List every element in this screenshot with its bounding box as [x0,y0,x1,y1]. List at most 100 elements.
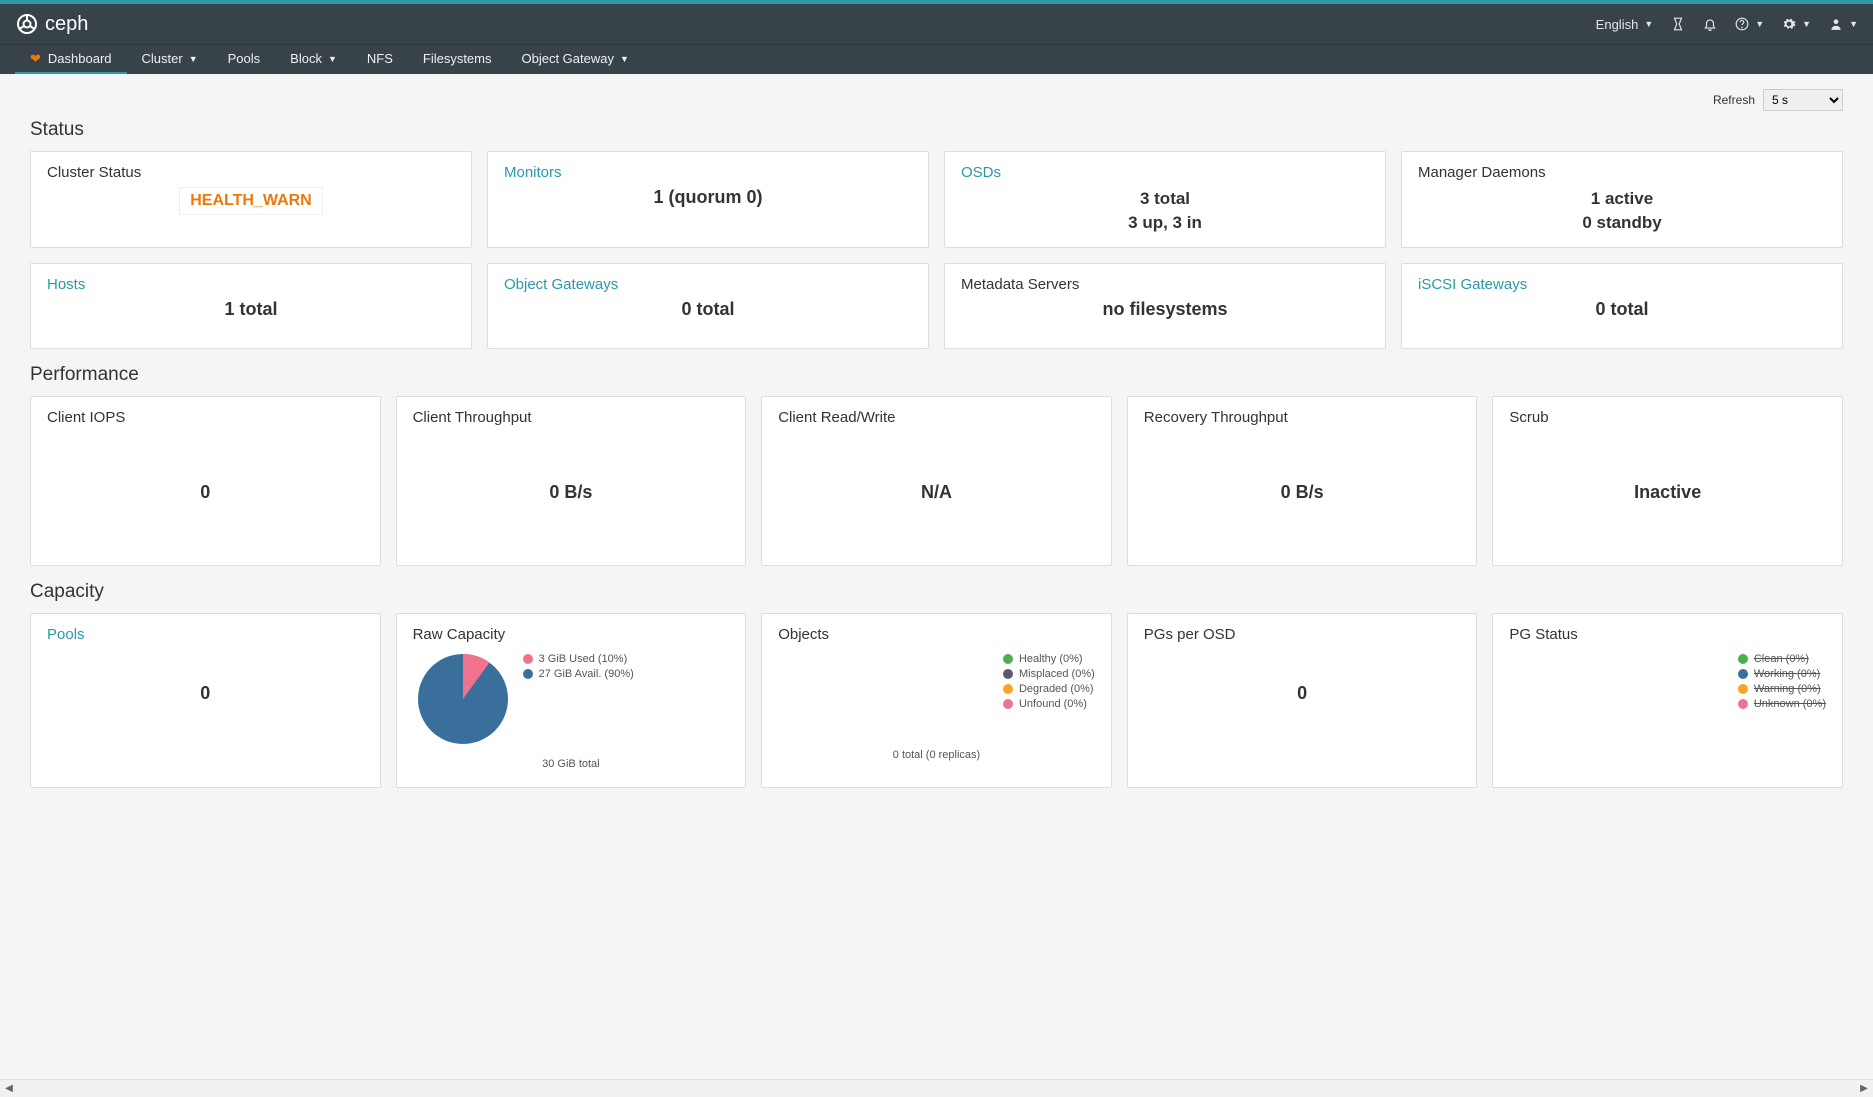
capacity-heading: Capacity [30,581,1843,603]
legend-item[interactable]: 3 GiB Used (10%) [523,653,634,665]
legend-item[interactable]: Degraded (0%) [1003,683,1095,695]
raw-capacity-legend: 3 GiB Used (10%) 27 GiB Avail. (90%) [523,653,634,683]
legend-dot [1738,684,1748,694]
user-menu[interactable]: ▼ [1829,17,1858,31]
chevron-down-icon: ▼ [189,54,198,64]
page-content: Refresh 5 s Status Cluster Status HEALTH… [0,74,1873,833]
notifications-icon[interactable] [1703,17,1717,31]
brand-logo[interactable]: ceph [15,12,88,36]
topbar-right: English▼ ▼ ▼ ▼ [1596,17,1858,32]
chevron-down-icon: ▼ [328,54,337,64]
card-value: 0 total [504,299,912,320]
card-value: 1 total [47,299,455,320]
card-title-link[interactable]: Pools [47,626,364,643]
nav-pools[interactable]: Pools [213,45,276,74]
card-value: Inactive [1509,432,1826,553]
card-iscsi-gateways: iSCSI Gateways 0 total [1401,263,1843,349]
legend-item[interactable]: 27 GiB Avail. (90%) [523,668,634,680]
card-cluster-status: Cluster Status HEALTH_WARN [30,151,472,248]
card-title: Scrub [1509,409,1826,426]
chevron-down-icon: ▼ [1802,19,1811,29]
card-monitors: Monitors 1 (quorum 0) [487,151,929,248]
card-value: no filesystems [961,299,1369,320]
refresh-select[interactable]: 5 s [1763,89,1843,111]
nav-block[interactable]: Block▼ [275,45,352,74]
language-switcher[interactable]: English▼ [1596,17,1654,32]
card-objects: Objects Healthy (0%) Misplaced (0%) Degr… [761,613,1112,788]
card-title-link[interactable]: iSCSI Gateways [1418,276,1826,293]
health-status-badge[interactable]: HEALTH_WARN [179,187,322,215]
legend-item[interactable]: Unfound (0%) [1003,698,1095,710]
legend-item[interactable]: Working (0%) [1738,668,1826,680]
card-metadata-servers: Metadata Servers no filesystems [944,263,1386,349]
card-title-link[interactable]: Monitors [504,164,912,181]
card-title-link[interactable]: Hosts [47,276,455,293]
card-value: 1 active0 standby [1418,187,1826,235]
card-object-gateways: Object Gateways 0 total [487,263,929,349]
raw-capacity-total: 30 GiB total [413,758,730,770]
card-pools: Pools 0 [30,613,381,788]
card-pgs-per-osd: PGs per OSD 0 [1127,613,1478,788]
refresh-label: Refresh [1713,93,1755,107]
legend-dot [1003,684,1013,694]
card-title: Client Read/Write [778,409,1095,426]
card-client-iops: Client IOPS 0 [30,396,381,566]
status-heading: Status [30,119,1843,141]
card-value: 3 total3 up, 3 in [961,187,1369,235]
card-value: 0 B/s [1144,432,1461,553]
card-value: 0 [1144,683,1461,704]
card-osds: OSDs 3 total3 up, 3 in [944,151,1386,248]
help-menu[interactable]: ▼ [1735,17,1764,31]
topbar: ceph English▼ ▼ ▼ ▼ [0,4,1873,44]
legend-item[interactable]: Misplaced (0%) [1003,668,1095,680]
card-title: PG Status [1509,626,1826,643]
tasks-icon[interactable] [1671,17,1685,31]
settings-menu[interactable]: ▼ [1782,17,1811,31]
nav-nfs[interactable]: NFS [352,45,408,74]
chevron-down-icon: ▼ [1644,19,1653,29]
card-title-link[interactable]: OSDs [961,164,1369,181]
legend-dot [1738,669,1748,679]
legend-dot [523,669,533,679]
ceph-logo-icon [15,12,39,36]
objects-legend: Healthy (0%) Misplaced (0%) Degraded (0%… [1003,653,1095,713]
card-title: Cluster Status [47,164,455,181]
heartbeat-icon: ❤ [30,51,41,67]
card-manager-daemons: Manager Daemons 1 active0 standby [1401,151,1843,248]
legend-dot [1738,654,1748,664]
card-raw-capacity: Raw Capacity 3 GiB Used (10%) 27 GiB Ava… [396,613,747,788]
card-value: 0 [47,683,364,704]
card-pg-status: PG Status Clean (0%) Working (0%) Warnin… [1492,613,1843,788]
nav-filesystems[interactable]: Filesystems [408,45,507,74]
legend-dot [1003,654,1013,664]
legend-dot [523,654,533,664]
raw-capacity-pie-chart [413,649,513,752]
card-title: PGs per OSD [1144,626,1461,643]
legend-item[interactable]: Healthy (0%) [1003,653,1095,665]
card-client-read-write: Client Read/Write N/A [761,396,1112,566]
chevron-down-icon: ▼ [620,54,629,64]
nav-object-gateway[interactable]: Object Gateway▼ [507,45,644,74]
card-value: 0 total [1418,299,1826,320]
legend-item[interactable]: Clean (0%) [1738,653,1826,665]
card-recovery-throughput: Recovery Throughput 0 B/s [1127,396,1478,566]
pg-status-legend: Clean (0%) Working (0%) Warning (0%) Unk… [1738,653,1826,713]
scroll-right-button[interactable]: ▶ [1855,1080,1873,1097]
legend-dot [1738,699,1748,709]
nav-cluster[interactable]: Cluster▼ [127,45,213,74]
horizontal-scrollbar[interactable]: ◀ ▶ [0,1079,1873,1097]
legend-item[interactable]: Warning (0%) [1738,683,1826,695]
scroll-left-button[interactable]: ◀ [0,1080,18,1097]
legend-dot [1003,699,1013,709]
card-title: Metadata Servers [961,276,1369,293]
nav-dashboard[interactable]: ❤Dashboard [15,45,127,74]
card-title-link[interactable]: Object Gateways [504,276,912,293]
objects-total: 0 total (0 replicas) [778,749,1095,761]
card-value: 0 [47,432,364,553]
card-client-throughput: Client Throughput 0 B/s [396,396,747,566]
card-scrub: Scrub Inactive [1492,396,1843,566]
legend-item[interactable]: Unknown (0%) [1738,698,1826,710]
legend-dot [1003,669,1013,679]
chevron-down-icon: ▼ [1755,19,1764,29]
card-title: Objects [778,626,1095,643]
